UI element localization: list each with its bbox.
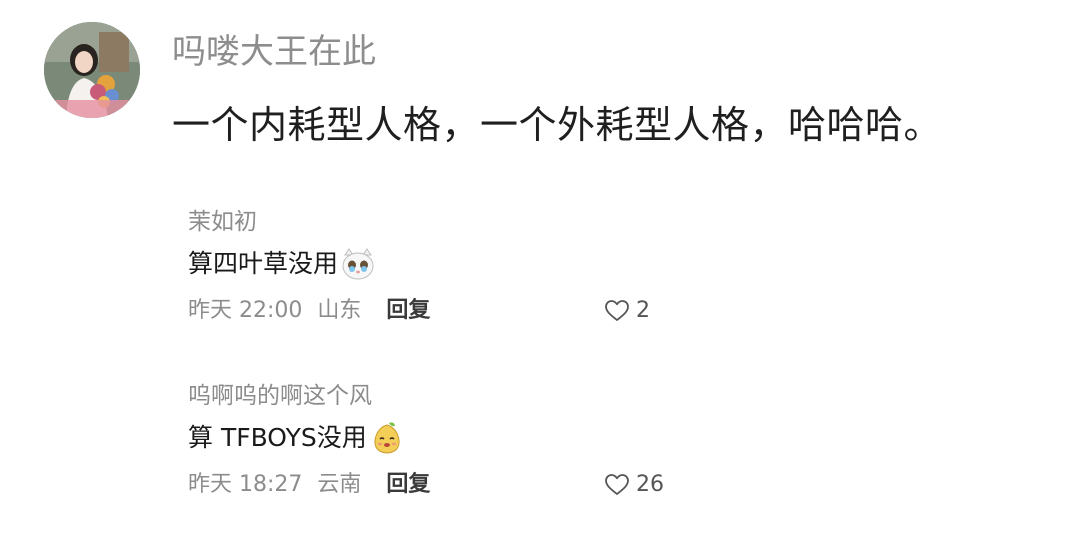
reply-author[interactable]: 茉如初 <box>188 204 668 240</box>
heart-outline-icon <box>605 474 629 495</box>
post-text: 一个内耗型人格，一个外耗型人格，哈哈哈。 <box>172 103 943 147</box>
reply-author[interactable]: 呜啊呜的啊这个风 <box>188 378 668 414</box>
reply-content: 算四叶草没用 <box>188 240 668 288</box>
heart-outline-icon <box>605 300 629 321</box>
reply-content: 算 TFBOYS没用 <box>188 414 668 462</box>
avatar[interactable] <box>44 22 140 118</box>
reply-time: 昨天 22:00 <box>188 298 303 323</box>
reply-item: 茉如初 算四叶草没用 昨天 22:00 山东 回复 2 <box>188 204 668 334</box>
like-count: 2 <box>636 298 650 323</box>
shy-pear-emoji-icon <box>369 420 405 456</box>
reply-location: 山东 <box>317 298 362 323</box>
like-button[interactable]: 2 <box>604 288 650 334</box>
crying-cat-emoji-icon <box>340 246 376 282</box>
reply-text: 算 TFBOYS没用 <box>188 423 367 452</box>
post-author[interactable]: 吗喽大王在此 <box>172 24 376 73</box>
reply-location: 云南 <box>317 472 362 497</box>
reply-button[interactable]: 回复 <box>386 298 430 323</box>
reply-meta: 昨天 18:27 云南 回复 26 <box>188 462 668 508</box>
reply-time: 昨天 18:27 <box>188 472 303 497</box>
reply-text: 算四叶草没用 <box>188 249 339 278</box>
reply-item: 呜啊呜的啊这个风 算 TFBOYS没用 昨天 18:27 云南 回复 26 <box>188 378 668 508</box>
like-count: 26 <box>636 472 664 497</box>
like-button[interactable]: 26 <box>604 462 664 508</box>
reply-button[interactable]: 回复 <box>386 472 430 497</box>
reply-meta: 昨天 22:00 山东 回复 2 <box>188 288 668 334</box>
